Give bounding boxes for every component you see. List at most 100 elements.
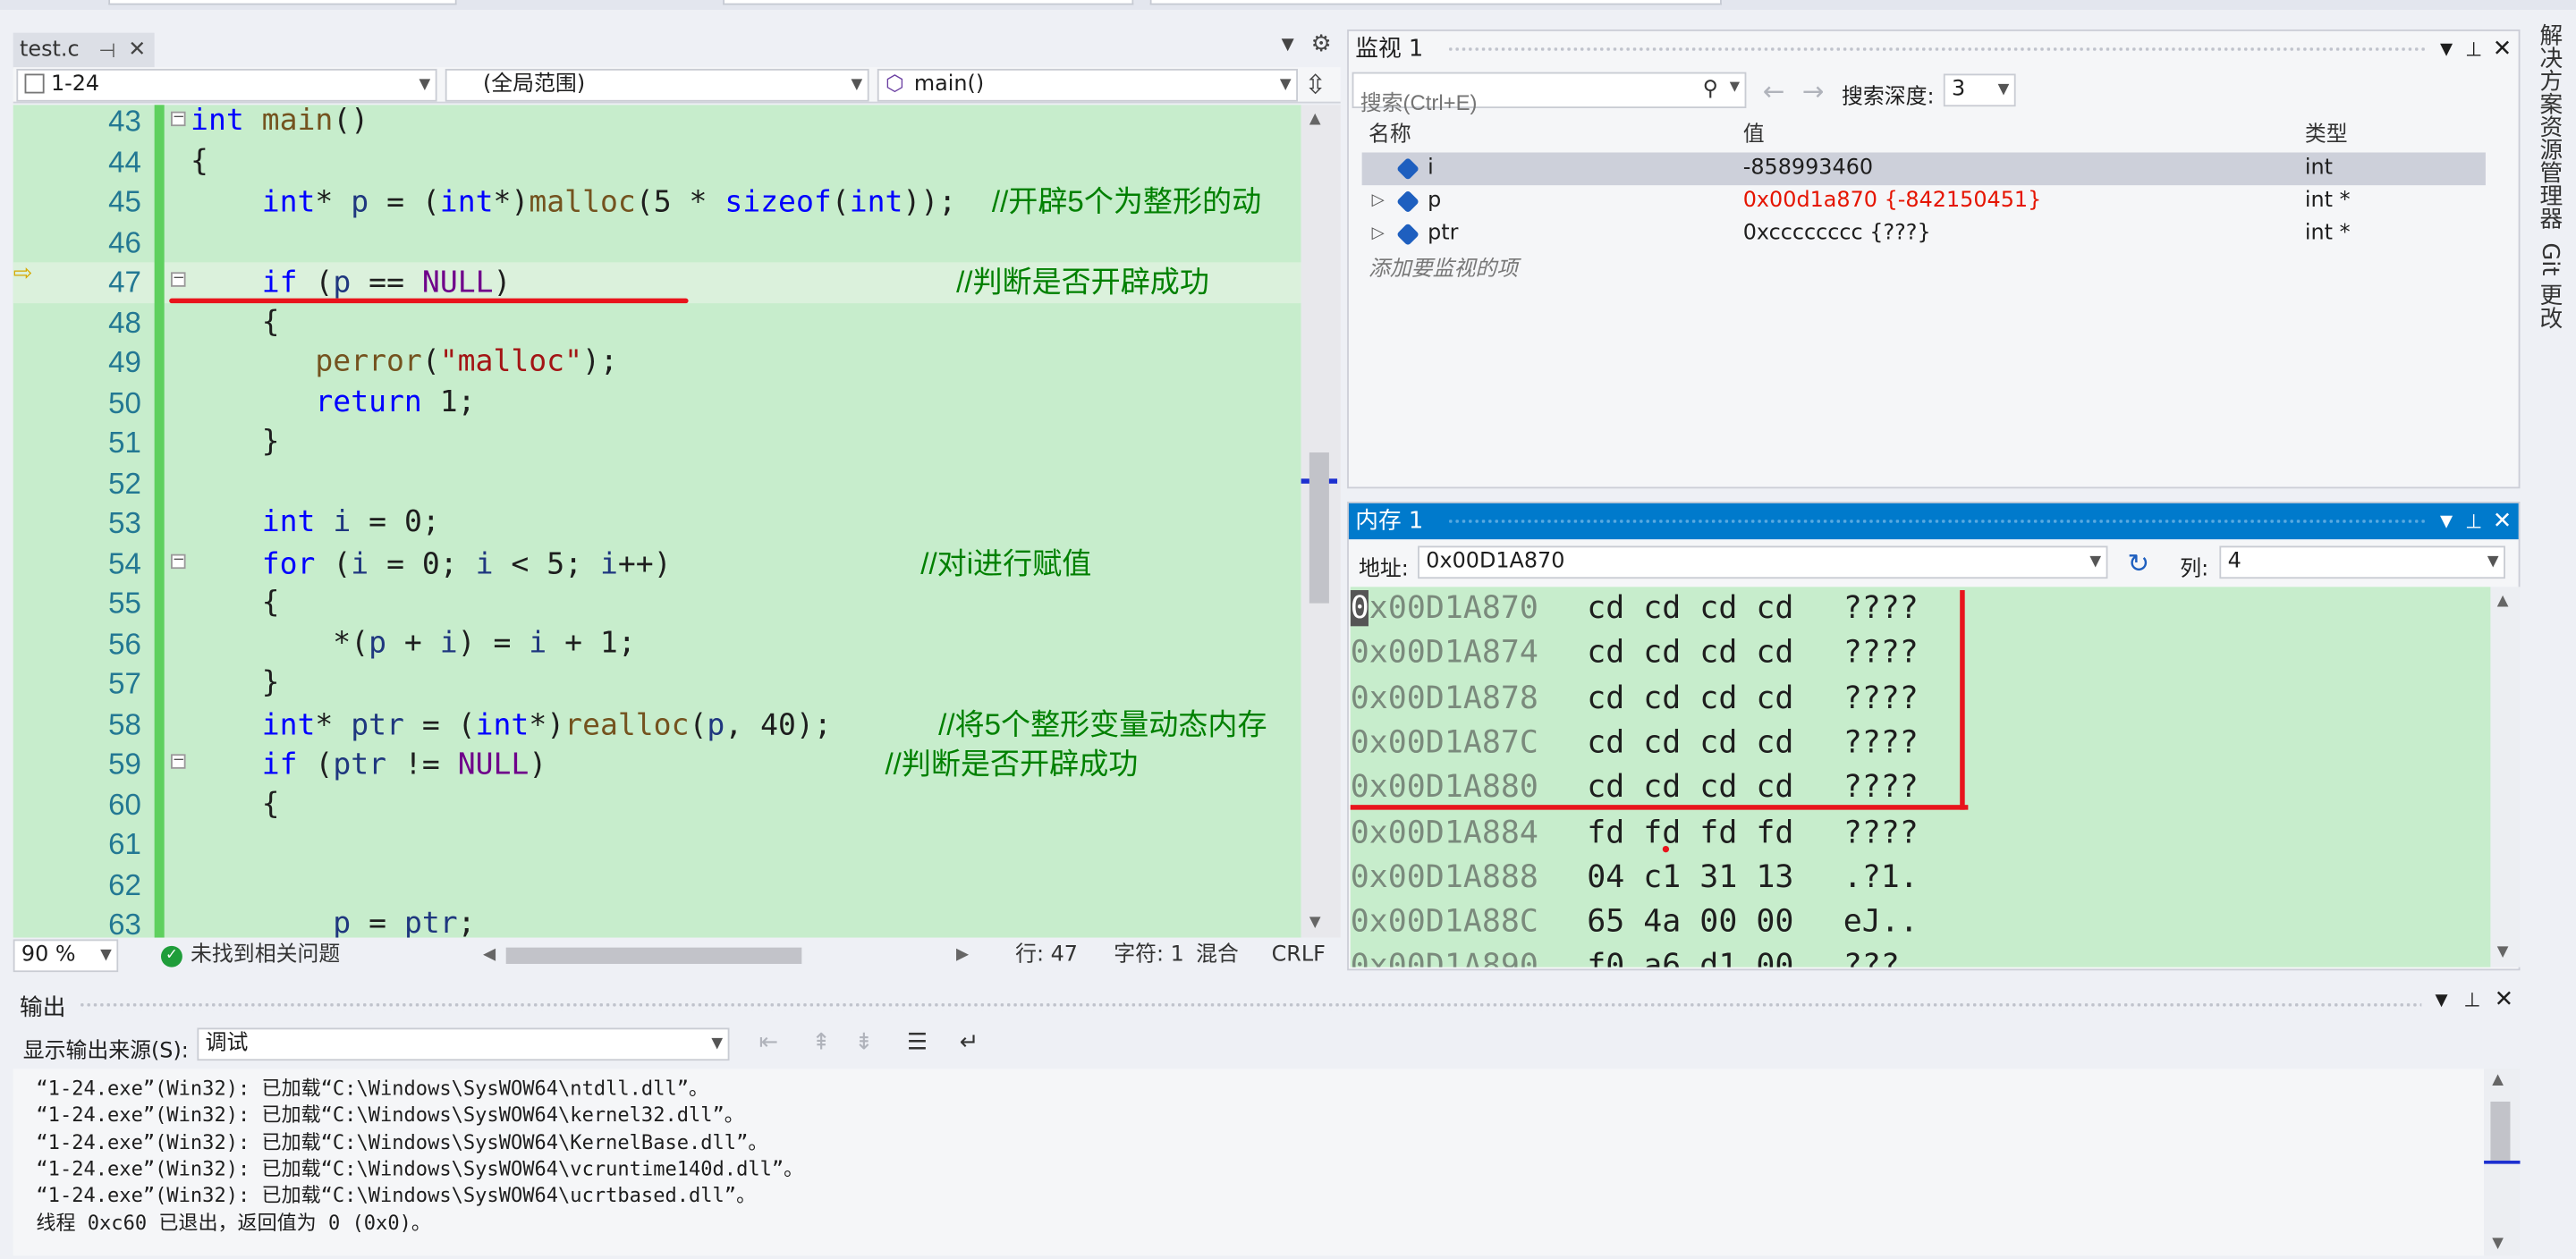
issues-status[interactable]: 未找到相关问题: [191, 938, 340, 974]
output-text-area[interactable]: “1-24.exe”(Win32): 已加载“C:\Windows\SysWOW…: [13, 1069, 2485, 1256]
code-line[interactable]: 48 {: [13, 302, 1301, 342]
watch-row[interactable]: ▷ p 0x00d1a870 {-842150451} int *: [1362, 185, 2486, 218]
code-line[interactable]: 59 − if (ptr != NULL) //判断是否开辟成功: [13, 744, 1301, 784]
add-watch-hint[interactable]: 添加要监视的项: [1368, 250, 1518, 282]
horizontal-scroll-thumb[interactable]: [505, 947, 802, 964]
column-header-value[interactable]: 值: [1743, 116, 1765, 147]
code-line[interactable]: 54− for (i = 0; i < 5; i++) //对i进行赋值: [13, 544, 1301, 584]
output-source-combo[interactable]: 调试 ▼: [197, 1027, 730, 1061]
tab-dropdown-icon[interactable]: ▼: [1282, 36, 1294, 54]
scope-combo[interactable]: (全局范围) ▼: [445, 68, 869, 102]
solution-explorer-side-tab[interactable]: 解决方案资源管理器: [2533, 23, 2566, 230]
code-token: (: [297, 747, 334, 782]
eol-indicator[interactable]: CRLF: [1272, 938, 1326, 974]
scroll-up-icon[interactable]: ▲: [1309, 112, 1321, 128]
code-token: !=: [386, 747, 458, 782]
memory-address: 0x00D1A884: [1350, 814, 1538, 850]
close-icon[interactable]: ✕: [2493, 31, 2512, 67]
scroll-down-icon[interactable]: ▼: [1309, 915, 1321, 931]
code-editor[interactable]: 43− int main() 44{45 int* p = (int*)malloc…: [13, 105, 1301, 938]
project-combo[interactable]: 1-24 ▼: [16, 68, 437, 102]
panel-dropdown-icon[interactable]: ▼: [2436, 992, 2448, 1010]
expand-arrow-icon[interactable]: ▷: [1372, 218, 1385, 251]
next-message-icon[interactable]: ⇟: [854, 1029, 874, 1055]
code-line[interactable]: 51 }: [13, 423, 1301, 463]
code-text: {: [191, 302, 280, 342]
find-message-icon[interactable]: ⇤: [759, 1029, 779, 1055]
close-icon[interactable]: ✕: [128, 33, 146, 69]
pin-icon[interactable]: ⊥: [2465, 31, 2482, 67]
hscroll-right-icon[interactable]: ▶: [956, 938, 969, 974]
fold-toggle-icon[interactable]: −: [171, 271, 186, 287]
dropdown-icon: ▼: [2487, 553, 2499, 570]
watch-search-box[interactable]: ⚲ ▼: [1352, 72, 1747, 119]
code-line[interactable]: 58 int* ptr = (int*)realloc(p, 40); //将5…: [13, 704, 1301, 744]
expand-arrow-icon[interactable]: ▷: [1372, 185, 1385, 218]
code-line[interactable]: 53 int i = 0;: [13, 503, 1301, 544]
back-arrow-icon[interactable]: ←: [1763, 75, 1785, 106]
hscroll-left-icon[interactable]: ◀: [483, 938, 496, 974]
code-line[interactable]: 43 − int main(): [13, 105, 1301, 141]
watch-row[interactable]: i -858993460 int: [1361, 152, 2486, 186]
columns-combo[interactable]: 4 ▼: [2219, 545, 2505, 579]
column-header-type[interactable]: 类型: [2305, 116, 2348, 147]
code-token: main: [243, 105, 334, 138]
code-line[interactable]: 44 {: [13, 142, 1301, 182]
clear-all-icon[interactable]: ☰: [907, 1029, 928, 1055]
code-line[interactable]: 60 {: [13, 784, 1301, 824]
pin-icon[interactable]: ⊥: [2465, 503, 2482, 539]
panel-dropdown-icon[interactable]: ▼: [2440, 33, 2453, 69]
scroll-down-icon[interactable]: ▼: [2492, 1236, 2504, 1252]
editor-scroll-thumb[interactable]: [1309, 452, 1329, 604]
close-icon[interactable]: ✕: [2495, 987, 2514, 1013]
code-line[interactable]: 46: [13, 222, 1301, 262]
fold-toggle-icon[interactable]: −: [171, 553, 186, 569]
zoom-combo[interactable]: 90 % ▼: [13, 939, 119, 973]
word-wrap-icon[interactable]: ↵: [960, 1029, 979, 1055]
search-icon[interactable]: ⚲: [1703, 77, 1719, 101]
dropdown-icon[interactable]: ▼: [1730, 79, 1740, 93]
file-tab-test-c[interactable]: test.c ⊣ ✕: [13, 32, 155, 69]
forward-arrow-icon[interactable]: →: [1802, 75, 1825, 106]
memory-scrollbar[interactable]: ▲ ▼: [2490, 587, 2521, 967]
code-line[interactable]: 47 − if (p == NULL) //判断是否开辟成功: [13, 262, 1301, 303]
output-scrollbar[interactable]: ▲ ▼: [2484, 1069, 2521, 1256]
code-line[interactable]: 62: [13, 865, 1301, 905]
panel-dropdown-icon[interactable]: ▼: [2440, 505, 2453, 541]
code-line[interactable]: 57 }: [13, 663, 1301, 704]
code-line[interactable]: 55 {: [13, 584, 1301, 624]
code-line[interactable]: 56 *(p + i) = i + 1;: [13, 624, 1301, 664]
address-combo[interactable]: 0x00D1A870 ▼: [1418, 545, 2108, 579]
code-line[interactable]: 61: [13, 824, 1301, 865]
memory-view[interactable]: 0x00D1A870 cd cd cd cd???? 0x00D1A874 cd cd…: [1350, 587, 2491, 967]
output-scroll-thumb[interactable]: [2490, 1101, 2511, 1161]
fold-toggle-icon[interactable]: −: [171, 753, 186, 769]
pin-icon[interactable]: ⊣: [98, 33, 115, 69]
code-token: = (: [369, 185, 440, 220]
scroll-up-icon[interactable]: ▲: [2492, 1072, 2504, 1088]
code-line[interactable]: 50 return 1;: [13, 383, 1301, 423]
function-combo[interactable]: ⬡ main() ▼: [877, 68, 1298, 102]
code-line[interactable]: 45 int* p = (int*)malloc(5 * sizeof(int)…: [13, 182, 1301, 222]
scroll-down-icon[interactable]: ▼: [2497, 944, 2509, 960]
code-line[interactable]: 52: [13, 463, 1301, 503]
watch-type: int *: [2304, 188, 2351, 214]
code-line[interactable]: 49 perror("malloc");: [13, 342, 1301, 383]
watch-row[interactable]: ▷ ptr 0xcccccccc {???} int *: [1362, 218, 2486, 251]
watch-panel: 监视 1 ▼ ⊥ ✕ ⚲ ▼ ← → 搜索深度: 3 ▼ 名称 值 类型 i -8…: [1347, 29, 2521, 489]
annotation-bracket-vertical: [1960, 589, 1965, 810]
close-icon[interactable]: ✕: [2493, 503, 2512, 539]
git-changes-side-tab[interactable]: Git 更改: [2533, 242, 2566, 329]
code-line[interactable]: 63 p = ptr;: [13, 905, 1301, 938]
previous-message-icon[interactable]: ⇞: [811, 1029, 831, 1055]
refresh-icon[interactable]: ↻: [2128, 547, 2150, 579]
column-header-name[interactable]: 名称: [1368, 116, 1411, 147]
fold-toggle-icon[interactable]: −: [171, 111, 186, 127]
pin-icon[interactable]: ⊥: [2463, 988, 2480, 1011]
search-depth-combo[interactable]: 3 ▼: [1943, 73, 2016, 107]
gear-icon[interactable]: ⚙: [1311, 31, 1332, 57]
watch-search-input[interactable]: [1353, 86, 1682, 119]
scroll-up-icon[interactable]: ▲: [2497, 594, 2509, 610]
split-icon[interactable]: ⇳: [1304, 69, 1326, 100]
